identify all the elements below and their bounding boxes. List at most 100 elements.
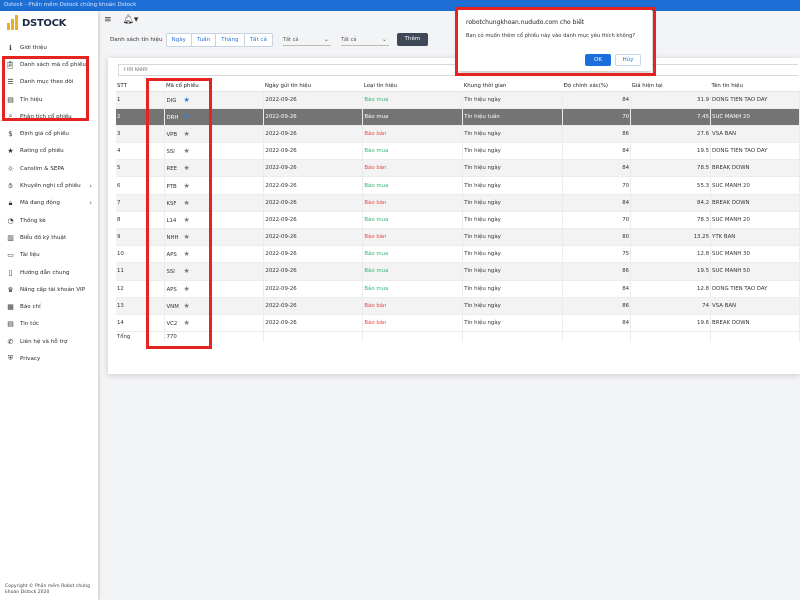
timeframe: Tín hiệu ngày — [462, 245, 564, 264]
current-price: 78.5 — [630, 159, 712, 178]
sidebar-item[interactable]: ♛ Nâng cấp tài khoản VIP — [0, 281, 98, 298]
table-row[interactable]: 4 SSI ★ 2022-09-26 Báo mua Tín hiệu ngày 84 19.… — [116, 142, 800, 161]
signal-type: Báo bán — [362, 228, 464, 247]
table-row[interactable]: 13 VNM ★ 2022-09-26 Báo bán Tín hiệu ngày 86 74… — [116, 297, 800, 315]
table-row[interactable]: 8 L14 ★ 2022-09-26 Báo mua Tín hiệu ngày 70 78.… — [116, 211, 800, 230]
current-price: 13.25 — [630, 228, 712, 247]
column-header[interactable]: Tên tín hiệu — [710, 82, 800, 92]
timeframe-select[interactable]: Tất cả ⌄ — [340, 34, 389, 46]
signal-name: SUC MANH 20 — [710, 108, 800, 126]
table-row[interactable]: 12 APS ★ 2022-09-26 Báo mua Tín hiệu ngày 84 12… — [116, 280, 800, 298]
table-row[interactable]: 7 KSF ★ 2022-09-26 Báo bán Tín hiệu ngày 84 84.… — [116, 194, 800, 212]
accuracy: 80 — [562, 228, 632, 247]
brand-name: DSTOCK — [22, 17, 67, 29]
signal-type: Báo mua — [362, 91, 464, 109]
period-all-button[interactable]: Tất cả — [244, 33, 272, 46]
star-icon: ★ — [7, 147, 14, 156]
signal-name: BREAK DOWN — [710, 194, 800, 212]
signal-type: Báo bán — [362, 125, 464, 144]
column-header[interactable]: Độ chính xác(%) — [562, 82, 631, 92]
sidebar-item[interactable]: $ Định giá cổ phiếu — [0, 125, 98, 142]
lock-icon: 🔒︎ — [8, 198, 13, 207]
signal-date: 2022-09-26 — [263, 125, 364, 144]
accuracy: 75 — [562, 245, 632, 264]
table-header-row: STT Mã cổ phiếu Ngày gửi tín hiệu Loại tín … — [116, 82, 800, 92]
logo-icon — [6, 14, 20, 32]
sidebar-item[interactable]: ◔ Thống kê — [0, 212, 98, 229]
signal-date: 2022-09-26 — [263, 314, 364, 333]
book-icon: ▯ — [8, 268, 13, 277]
table-row[interactable]: 11 SSI ★ 2022-09-26 Báo mua Tín hiệu ngày 86 19… — [116, 262, 800, 281]
sidebar-item[interactable]: ⛨ Privacy — [0, 350, 98, 367]
sidebar-item-label: Tin tức — [20, 321, 39, 328]
signal-type: Báo bán — [362, 194, 464, 212]
table-row[interactable]: 10 APS ★ 2022-09-26 Báo mua Tín hiệu ngày 75 12… — [116, 245, 800, 264]
table-row[interactable]: 9 NHH ★ 2022-09-26 Báo bán Tín hiệu ngày 80 13.… — [116, 228, 800, 247]
column-header[interactable]: Ngày gửi tín hiệu — [263, 82, 363, 92]
signal-date: 2022-09-26 — [263, 280, 364, 298]
signal-type: Báo bán — [362, 314, 464, 333]
signal-date: 2022-09-26 — [263, 91, 364, 109]
timeframe: Tín hiệu ngày — [462, 125, 564, 144]
signal-type: Báo mua — [362, 142, 464, 161]
sidebar-item[interactable]: ▭ Tài liệu — [0, 247, 98, 264]
sidebar-item[interactable]: ▦ Báo chí — [0, 298, 98, 315]
table-row[interactable]: 6 PTB ★ 2022-09-26 Báo mua Tín hiệu ngày 70 55.… — [116, 176, 800, 195]
signal-type: Báo mua — [362, 245, 464, 264]
signal-table: STT Mã cổ phiếu Ngày gửi tín hiệu Loại tín … — [116, 82, 800, 342]
table-row[interactable]: 5 REE ★ 2022-09-26 Báo bán Tín hiệu ngày 84 78.… — [116, 159, 800, 178]
sidebar-item[interactable]: ★ Rating cổ phiếu — [0, 143, 98, 160]
period-day-button[interactable]: Ngày — [166, 33, 192, 46]
period-week-button[interactable]: Tuần — [192, 33, 217, 46]
brand[interactable]: DSTOCK — [0, 11, 98, 35]
sidebar-item-label: Privacy — [20, 355, 41, 362]
current-price: 74 — [630, 297, 712, 315]
filter-bar: Danh sách tín hiệu Ngày Tuần Tháng Tất c… — [110, 32, 428, 47]
timeframe: Tín hiệu ngày — [462, 211, 564, 230]
sidebar-item[interactable]: ▯ Hướng dẫn chung — [0, 264, 98, 281]
current-price: 78.3 — [630, 211, 712, 230]
empty-cell — [710, 331, 800, 342]
highlight-box-code-column — [146, 78, 212, 349]
accuracy: 84 — [562, 142, 632, 161]
empty-cell — [630, 331, 712, 342]
table-row[interactable]: 3 VPB ★ 2022-09-26 Báo bán Tín hiệu ngày 86 27.… — [116, 125, 800, 144]
column-header[interactable]: Loại tín hiệu — [362, 82, 463, 92]
table-row[interactable]: 14 VC2 ★ 2022-09-26 Báo bán Tín hiệu ngày 84 19… — [116, 314, 800, 333]
signal-list-label: Danh sách tín hiệu — [110, 36, 163, 43]
sidebar-item[interactable]: ✆ Liên hệ và hỗ trợ — [0, 333, 98, 350]
info-icon: ℹ — [9, 43, 12, 52]
signal-date: 2022-09-26 — [263, 245, 364, 264]
sidebar-item-label: Giới thiệu — [20, 44, 47, 51]
sidebar-item[interactable]: ✋︎ Khuyến nghị cổ phiếu › — [0, 177, 98, 194]
folder-icon: ▭ — [7, 251, 14, 260]
hamburger-menu-icon[interactable]: ≡ — [104, 15, 112, 25]
sidebar-item-label: Mã đang động — [20, 200, 60, 207]
sidebar-item[interactable]: ☼ Canslim & SEPA — [0, 160, 98, 177]
signal-type-select[interactable]: Tất cả ⌄ — [282, 34, 331, 46]
table-row[interactable]: 1 DIG ★ 2022-09-26 Báo mua Tín hiệu ngày 84 31.… — [116, 91, 800, 109]
timeframe: Tín hiệu ngày — [462, 194, 564, 212]
sidebar-item[interactable]: ▤ Tin tức — [0, 316, 98, 333]
empty-cell — [462, 331, 564, 342]
column-header[interactable]: Giá hiện tại — [630, 82, 711, 92]
sidebar-item[interactable]: ℹ Giới thiệu — [0, 39, 98, 56]
signal-name: VSA BAN — [710, 297, 800, 315]
signal-date: 2022-09-26 — [263, 297, 364, 315]
sidebar-item[interactable]: ▥ Biểu đồ kỹ thuật — [0, 229, 98, 246]
column-header[interactable]: Khung thời gian — [462, 82, 563, 92]
bell-icon[interactable]: 🔔︎▾ — [122, 15, 138, 25]
sidebar-item-label: Khuyến nghị cổ phiếu — [20, 183, 81, 190]
add-button[interactable]: Thêm — [396, 33, 428, 46]
dollar-icon: $ — [8, 130, 13, 139]
sidebar-item[interactable]: 🔒︎ Mã đang động › — [0, 195, 98, 212]
period-month-button[interactable]: Tháng — [216, 33, 245, 46]
table-row[interactable]: 2 DRH ★ 2022-09-26 Báo mua Tín hiệu tuần 70 7.4… — [116, 108, 800, 126]
accuracy: 84 — [562, 280, 632, 298]
accuracy: 86 — [562, 297, 632, 315]
accuracy: 84 — [562, 91, 632, 109]
signal-date: 2022-09-26 — [263, 159, 364, 178]
timeframe: Tín hiệu ngày — [462, 280, 564, 298]
signal-type: Báo mua — [362, 211, 464, 230]
sidebar-item-label: Định giá cổ phiếu — [20, 131, 69, 138]
